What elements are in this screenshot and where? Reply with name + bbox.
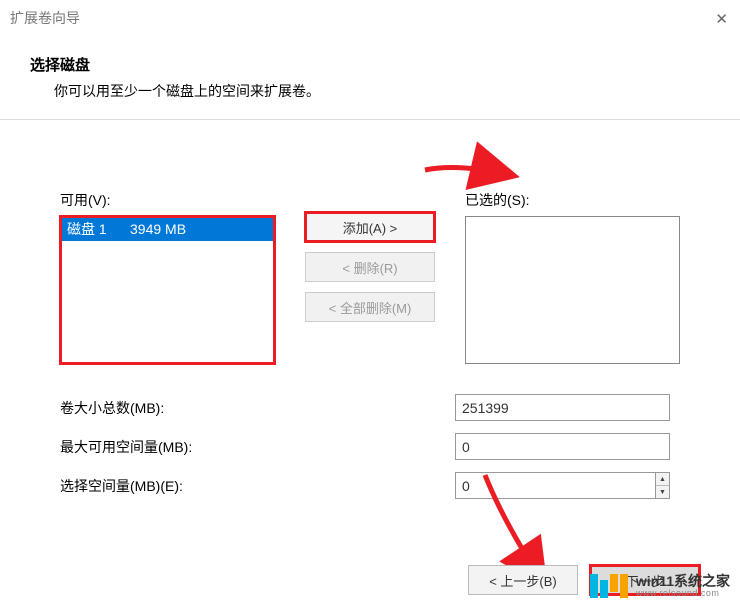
close-icon[interactable]: ✕ — [715, 10, 728, 28]
back-button[interactable]: < 上一步(B) — [468, 565, 578, 595]
watermark-url: www.relsound.com — [636, 589, 730, 599]
available-label: 可用(V): — [60, 190, 275, 210]
window-title: 扩展卷向导 — [10, 8, 80, 28]
add-button[interactable]: 添加(A) > — [305, 212, 435, 242]
spinner[interactable]: ▲ ▼ — [655, 472, 670, 499]
select-mb-label: 选择空间量(MB)(E): — [60, 476, 455, 496]
remove-all-button: < 全部删除(M) — [305, 292, 435, 322]
spinner-up-icon[interactable]: ▲ — [656, 473, 669, 486]
max-mb-value — [455, 433, 670, 460]
selected-label: 已选的(S): — [465, 190, 680, 210]
watermark-name: win11系统之家 — [636, 574, 730, 589]
selected-listbox[interactable] — [465, 216, 680, 364]
watermark-logo-icon — [590, 574, 628, 598]
select-mb-input[interactable] — [455, 472, 655, 499]
total-mb-value — [455, 394, 670, 421]
list-item[interactable]: 磁盘 1 3949 MB — [61, 217, 274, 241]
remove-button: < 删除(R) — [305, 252, 435, 282]
total-mb-label: 卷大小总数(MB): — [60, 398, 455, 418]
watermark: win11系统之家 www.relsound.com — [590, 574, 730, 599]
available-listbox[interactable]: 磁盘 1 3949 MB — [60, 216, 275, 364]
spinner-down-icon[interactable]: ▼ — [656, 486, 669, 498]
max-mb-label: 最大可用空间量(MB): — [60, 437, 455, 457]
page-title: 选择磁盘 — [30, 54, 710, 75]
page-subtitle: 你可以用至少一个磁盘上的空间来扩展卷。 — [30, 81, 710, 101]
